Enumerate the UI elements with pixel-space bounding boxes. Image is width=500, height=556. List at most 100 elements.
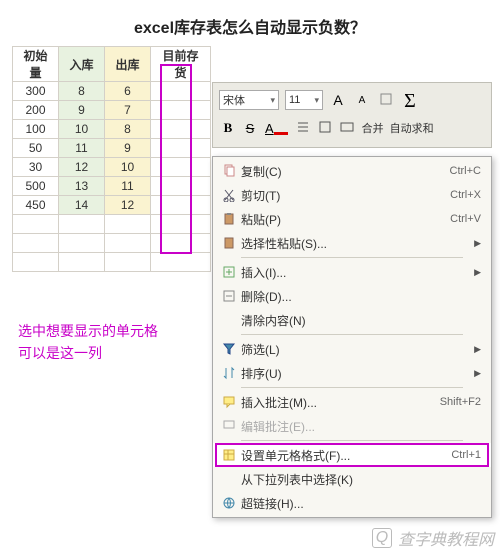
menu-item[interactable]: 剪切(T)Ctrl+X xyxy=(213,183,491,207)
filter-icon xyxy=(217,342,241,356)
cell[interactable] xyxy=(13,234,59,253)
cell[interactable]: 14 xyxy=(59,196,105,215)
cell[interactable]: 11 xyxy=(59,139,105,158)
menu-item[interactable]: 从下拉列表中选择(K) xyxy=(213,467,491,491)
menu-item[interactable]: 插入(I)...▶ xyxy=(213,260,491,284)
header-stock[interactable]: 目前存货 xyxy=(151,47,211,82)
align-button[interactable] xyxy=(294,118,312,138)
cell[interactable]: 8 xyxy=(59,82,105,101)
cell[interactable] xyxy=(151,101,211,120)
align-icon xyxy=(296,120,310,134)
cell[interactable] xyxy=(59,215,105,234)
cell[interactable] xyxy=(105,215,151,234)
menu-item[interactable]: 超链接(H)... xyxy=(213,491,491,515)
menu-item-label: 粘贴(P) xyxy=(241,211,450,228)
format-icon xyxy=(217,448,241,462)
cell[interactable]: 12 xyxy=(59,158,105,177)
cell[interactable]: 13 xyxy=(59,177,105,196)
cell[interactable]: 200 xyxy=(13,101,59,120)
menu-item-label: 设置单元格格式(F)... xyxy=(241,447,451,464)
spreadsheet[interactable]: 初始量 入库 出库 目前存货 30086 20097 100108 50119 … xyxy=(12,46,211,272)
cell[interactable]: 30 xyxy=(13,158,59,177)
annotation-line1: 选中想要显示的单元格 xyxy=(18,320,158,342)
mini-toolbar: 宋体▾ 11▾ A A Σ B S A 合并 自动求和 xyxy=(212,82,492,148)
menu-item-shortcut: Ctrl+V xyxy=(450,213,481,225)
cell[interactable] xyxy=(151,196,211,215)
insert-icon xyxy=(217,265,241,279)
menu-item[interactable]: 筛选(L)▶ xyxy=(213,337,491,361)
delete-icon xyxy=(217,289,241,303)
chevron-down-icon: ▾ xyxy=(270,95,275,106)
cell[interactable] xyxy=(151,177,211,196)
cell[interactable]: 10 xyxy=(105,158,151,177)
link-icon xyxy=(217,496,241,510)
autosum-button[interactable]: Σ xyxy=(401,90,419,110)
cell[interactable] xyxy=(151,82,211,101)
menu-item[interactable]: 清除内容(N) xyxy=(213,308,491,332)
menu-item[interactable]: 插入批注(M)...Shift+F2 xyxy=(213,390,491,414)
submenu-arrow-icon: ▶ xyxy=(474,267,481,278)
cell[interactable] xyxy=(105,253,151,272)
menu-item-label: 删除(D)... xyxy=(241,288,481,305)
cell[interactable]: 6 xyxy=(105,82,151,101)
color-swatch-icon xyxy=(274,132,288,135)
menu-item[interactable]: 选择性粘贴(S)...▶ xyxy=(213,231,491,255)
merge-button[interactable] xyxy=(338,118,356,138)
chevron-down-icon: ▾ xyxy=(314,95,319,106)
header-in[interactable]: 入库 xyxy=(59,47,105,82)
submenu-arrow-icon: ▶ xyxy=(474,368,481,379)
cell[interactable] xyxy=(13,253,59,272)
cell[interactable] xyxy=(59,253,105,272)
menu-item[interactable]: 粘贴(P)Ctrl+V xyxy=(213,207,491,231)
cell[interactable]: 12 xyxy=(105,196,151,215)
border-button[interactable] xyxy=(316,118,334,138)
cell[interactable]: 8 xyxy=(105,120,151,139)
copy-icon xyxy=(217,164,241,178)
menu-item[interactable]: 设置单元格格式(F)...Ctrl+1 xyxy=(213,443,491,467)
editc-icon xyxy=(217,419,241,433)
cell[interactable] xyxy=(151,234,211,253)
menu-item-shortcut: Shift+F2 xyxy=(440,396,481,408)
cell[interactable] xyxy=(13,215,59,234)
paste-icon xyxy=(217,212,241,226)
menu-item-label: 超链接(H)... xyxy=(241,495,481,512)
menu-item: 编辑批注(E)... xyxy=(213,414,491,438)
highlight-button[interactable] xyxy=(377,90,395,110)
menu-item[interactable]: 排序(U)▶ xyxy=(213,361,491,385)
cell[interactable] xyxy=(151,253,211,272)
font-color-button[interactable]: A xyxy=(263,118,290,138)
grow-font-button[interactable]: A xyxy=(329,90,347,110)
header-initial[interactable]: 初始量 xyxy=(13,47,59,82)
strike-button[interactable]: S xyxy=(241,118,259,138)
cell[interactable]: 300 xyxy=(13,82,59,101)
header-out[interactable]: 出库 xyxy=(105,47,151,82)
cell[interactable]: 11 xyxy=(105,177,151,196)
font-size-select[interactable]: 11▾ xyxy=(285,90,323,110)
menu-separator xyxy=(241,387,463,388)
cell[interactable] xyxy=(59,234,105,253)
shrink-font-button[interactable]: A xyxy=(353,90,371,110)
cell[interactable] xyxy=(151,215,211,234)
cell[interactable]: 10 xyxy=(59,120,105,139)
cell[interactable]: 50 xyxy=(13,139,59,158)
cell[interactable] xyxy=(151,120,211,139)
font-name-select[interactable]: 宋体▾ xyxy=(219,90,279,110)
cell[interactable]: 500 xyxy=(13,177,59,196)
cell[interactable]: 9 xyxy=(59,101,105,120)
cell[interactable]: 9 xyxy=(105,139,151,158)
menu-separator xyxy=(241,257,463,258)
cell[interactable]: 450 xyxy=(13,196,59,215)
cell[interactable] xyxy=(151,158,211,177)
menu-item-label: 插入批注(M)... xyxy=(241,394,440,411)
cell[interactable]: 7 xyxy=(105,101,151,120)
cell[interactable] xyxy=(151,139,211,158)
cell[interactable]: 100 xyxy=(13,120,59,139)
bold-button[interactable]: B xyxy=(219,118,237,138)
menu-item[interactable]: 复制(C)Ctrl+C xyxy=(213,159,491,183)
page-title: excel库存表怎么自动显示负数？ xyxy=(0,0,500,48)
menu-item-label: 排序(U) xyxy=(241,365,474,382)
cell[interactable] xyxy=(105,234,151,253)
border-icon xyxy=(318,120,332,134)
menu-item[interactable]: 删除(D)... xyxy=(213,284,491,308)
menu-item-label: 插入(I)... xyxy=(241,264,474,281)
